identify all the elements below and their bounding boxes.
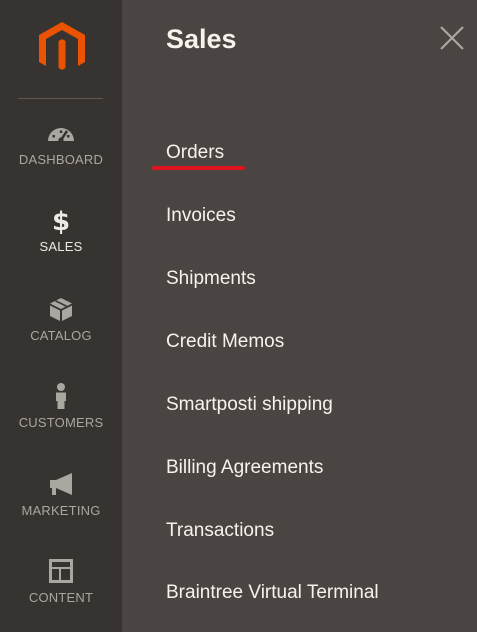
submenu-item-transactions[interactable]: Transactions: [166, 520, 274, 542]
sales-submenu-panel: Sales Orders Invoices Shipments Credit M…: [122, 0, 477, 632]
dollar-icon: $: [52, 207, 70, 234]
layout-icon: [49, 559, 73, 583]
admin-menu: DASHBOARD $ SALES CATALOG CUSTOMERS MARK…: [0, 0, 477, 632]
submenu-item-orders[interactable]: Orders: [166, 142, 224, 164]
submenu-item-smartposti-shipping[interactable]: Smartposti shipping: [166, 394, 333, 416]
submenu-item-shipments[interactable]: Shipments: [166, 268, 256, 290]
svg-text:$: $: [52, 207, 70, 234]
close-icon: [440, 26, 464, 50]
sidebar-item-dashboard[interactable]: DASHBOARD: [0, 119, 122, 191]
sidebar-item-catalog[interactable]: CATALOG: [0, 295, 122, 367]
submenu-item-credit-memos[interactable]: Credit Memos: [166, 331, 284, 353]
sidebar-item-sales[interactable]: $ SALES: [0, 206, 122, 278]
sidebar-item-label: DASHBOARD: [18, 152, 104, 167]
close-submenu-button[interactable]: [438, 24, 466, 52]
submenu-item-billing-agreements[interactable]: Billing Agreements: [166, 457, 323, 479]
magento-logo-icon: [39, 22, 85, 70]
megaphone-icon: [50, 473, 72, 495]
dashboard-icon: [48, 128, 74, 143]
sidebar-item-content[interactable]: CONTENT: [0, 557, 122, 629]
submenu-item-invoices[interactable]: Invoices: [166, 205, 236, 227]
sidebar-item-label: CATALOG: [30, 328, 92, 343]
sidebar-item-customers[interactable]: CUSTOMERS: [0, 382, 122, 454]
admin-sidebar: DASHBOARD $ SALES CATALOG CUSTOMERS MARK…: [0, 0, 122, 632]
person-icon: [56, 383, 66, 409]
sidebar-divider: [18, 98, 103, 99]
sidebar-item-label: MARKETING: [21, 503, 101, 518]
submenu-item-braintree-virtual-terminal[interactable]: Braintree Virtual Terminal: [166, 582, 379, 604]
orders-highlight-underline: [152, 166, 245, 170]
submenu-title: Sales: [166, 24, 237, 54]
sidebar-item-label: CUSTOMERS: [18, 415, 104, 430]
sidebar-item-label: CONTENT: [28, 590, 94, 605]
magento-logo[interactable]: [36, 20, 88, 76]
box-icon: [50, 298, 72, 321]
sidebar-item-label: SALES: [39, 239, 83, 254]
sidebar-item-marketing[interactable]: MARKETING: [0, 470, 122, 542]
